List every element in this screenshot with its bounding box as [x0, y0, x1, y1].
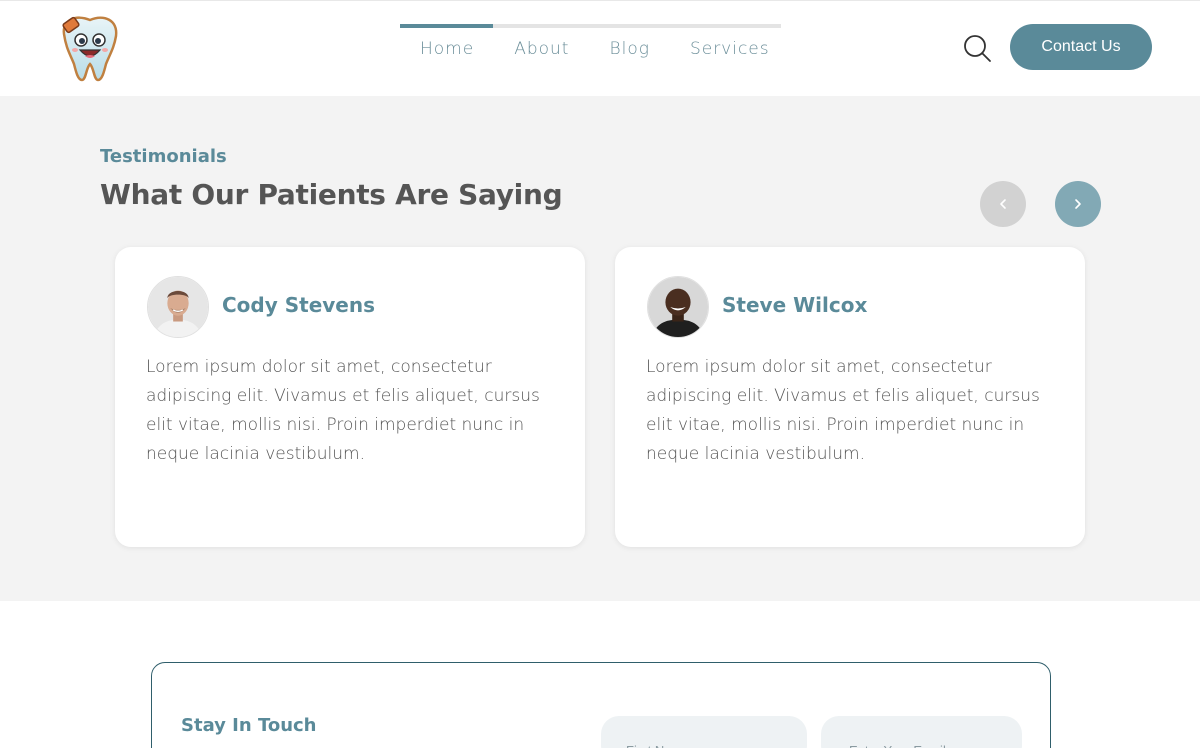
testimonial-text: Lorem ipsum dolor sit amet, consectetur … [146, 357, 540, 464]
email-input[interactable] [821, 716, 1022, 748]
tooth-logo-icon[interactable] [56, 12, 124, 82]
avatar [147, 276, 209, 338]
testimonial-name: Cody Stevens [222, 293, 376, 317]
newsletter-title: Stay In Touch [181, 715, 317, 736]
testimonial-name: Steve Wilcox [722, 293, 868, 317]
nav-item-blog[interactable]: Blog [589, 38, 669, 60]
main-nav: Home About Blog Services [400, 24, 781, 74]
contact-us-button[interactable]: Contact Us [1010, 24, 1152, 70]
carousel-prev-button[interactable] [980, 181, 1026, 227]
section-eyebrow: Testimonials [100, 146, 227, 167]
testimonial-card: Steve Wilcox Lorem ipsum dolor sit amet,… [615, 247, 1085, 547]
nav-active-indicator [400, 24, 493, 28]
first-name-input[interactable] [601, 716, 807, 748]
nav-item-about[interactable]: About [494, 38, 589, 60]
search-icon[interactable] [962, 33, 992, 63]
newsletter-box: Stay In Touch [151, 662, 1051, 748]
testimonial-text: Lorem ipsum dolor sit amet, consectetur … [646, 357, 1040, 464]
chevron-left-icon [1000, 199, 1006, 209]
testimonials-section: Testimonials What Our Patients Are Sayin… [0, 96, 1200, 601]
chevron-right-icon [1075, 199, 1081, 209]
avatar [647, 276, 709, 338]
testimonial-card: Cody Stevens Lorem ipsum dolor sit amet,… [115, 247, 585, 547]
carousel-next-button[interactable] [1055, 181, 1101, 227]
site-header: Home About Blog Services Contact Us [0, 0, 1200, 96]
nav-item-home[interactable]: Home [400, 38, 494, 60]
section-title: What Our Patients Are Saying [100, 178, 563, 211]
nav-item-services[interactable]: Services [670, 38, 790, 60]
